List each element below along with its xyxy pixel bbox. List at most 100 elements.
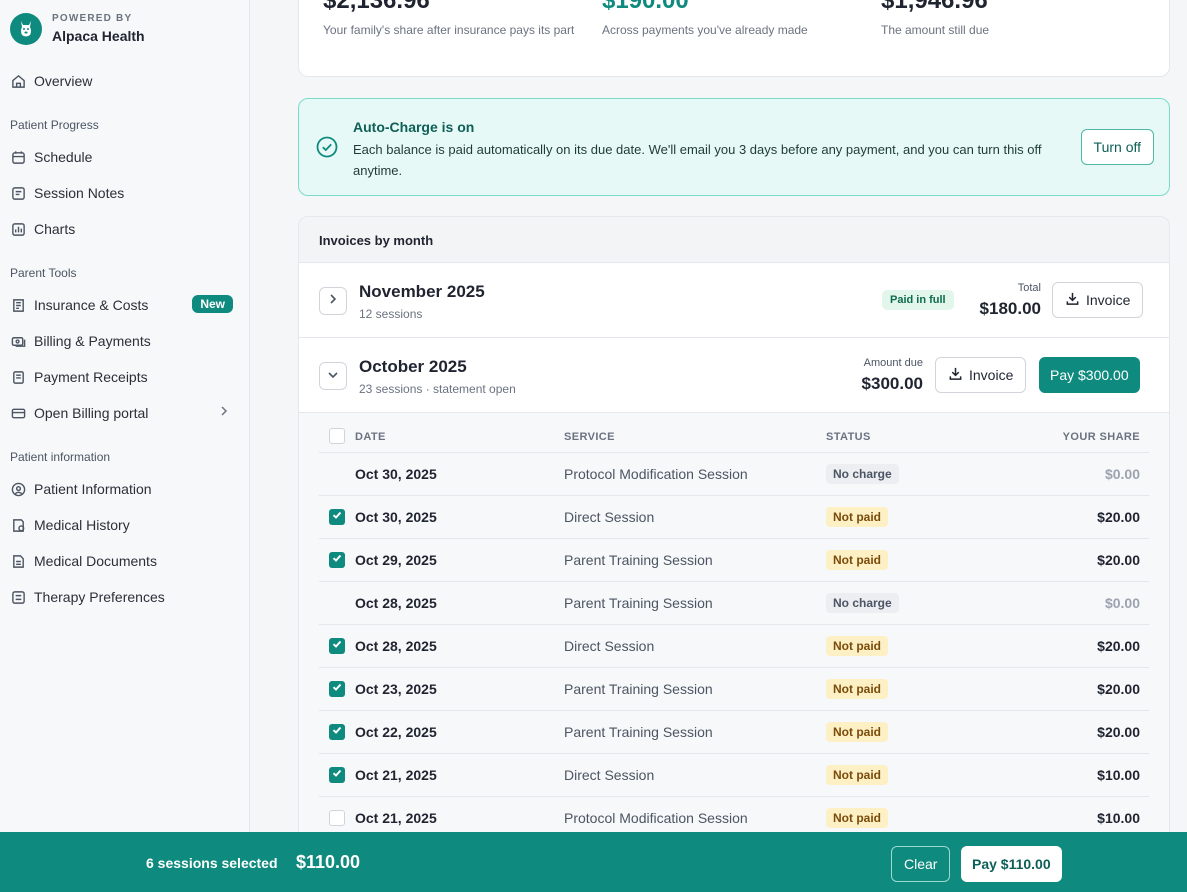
sidebar-item-schedule[interactable]: Schedule [0, 142, 249, 172]
remaining-caption: The amount still due [881, 23, 990, 37]
download-invoice-button[interactable]: Invoice [1052, 282, 1144, 318]
session-share: $20.00 [1097, 724, 1140, 740]
session-service: Protocol Modification Session [564, 810, 748, 826]
paid-in-full-badge: Paid in full [882, 290, 954, 310]
chevron-right-icon [328, 292, 338, 310]
table-row[interactable]: Oct 30, 2025 Direct Session Not paid $20… [319, 495, 1149, 538]
sidebar-item-label: Therapy Preferences [34, 589, 165, 605]
chart-icon [10, 221, 26, 237]
selection-bar: 6 sessions selected $110.00 Clear Pay $1… [0, 832, 1187, 892]
brand[interactable]: POWERED BY Alpaca Health [10, 13, 145, 45]
sidebar-item-label: Schedule [34, 149, 93, 165]
expand-button[interactable] [319, 287, 347, 315]
session-checkbox[interactable] [329, 767, 345, 783]
column-header-status: STATUS [826, 431, 871, 443]
sidebar-item-medical-documents[interactable]: Medical Documents [0, 546, 249, 576]
home-icon [10, 73, 26, 89]
sidebar: POWERED BY Alpaca Health Overview Patien… [0, 0, 250, 892]
selected-total: $110.00 [296, 852, 361, 872]
sidebar-item-label: Payment Receipts [34, 369, 148, 385]
brand-name: Alpaca Health [52, 28, 145, 44]
selected-count: 6 sessions selected [146, 855, 278, 871]
session-checkbox[interactable] [329, 552, 345, 568]
check-icon [331, 637, 343, 655]
turn-off-button[interactable]: Turn off [1080, 129, 1154, 165]
check-icon [331, 680, 343, 698]
session-checkbox[interactable] [329, 638, 345, 654]
table-row[interactable]: Oct 30, 2025 Protocol Modification Sessi… [319, 452, 1149, 495]
session-service: Protocol Modification Session [564, 466, 748, 482]
session-share: $20.00 [1097, 638, 1140, 654]
table-row[interactable]: Oct 21, 2025 Direct Session Not paid $10… [319, 753, 1149, 796]
table-row[interactable]: Oct 22, 2025 Parent Training Session Not… [319, 710, 1149, 753]
status-badge: Not paid [826, 722, 888, 742]
clear-selection-button[interactable]: Clear [891, 846, 951, 882]
sidebar-item-open-billing-portal[interactable]: Open Billing portal [0, 398, 249, 428]
sidebar-item-label: Insurance & Costs [34, 297, 149, 313]
section-patient-information: Patient information [10, 450, 111, 464]
remaining-value: $1,946.96 [881, 0, 988, 14]
sidebar-item-overview[interactable]: Overview [0, 66, 249, 96]
month-title: November 2025 [359, 282, 485, 301]
session-share: $20.00 [1097, 681, 1140, 697]
session-share: $10.00 [1097, 810, 1140, 826]
select-all-checkbox[interactable] [329, 428, 345, 444]
month-row-october[interactable]: October 2025 23 sessions · statement ope… [299, 338, 1169, 413]
check-circle-icon [316, 136, 338, 163]
amount-due-value: $300.00 [861, 374, 923, 393]
status-badge: Not paid [826, 679, 888, 699]
section-patient-progress: Patient Progress [10, 118, 99, 132]
preferences-icon [10, 589, 26, 605]
table-row[interactable]: Oct 28, 2025 Parent Training Session No … [319, 581, 1149, 624]
total-label: Total [1017, 282, 1041, 294]
status-badge: Not paid [826, 765, 888, 785]
pay-month-button[interactable]: Pay $300.00 [1039, 357, 1140, 393]
pay-selected-button[interactable]: Pay $110.00 [961, 846, 1062, 882]
table-row[interactable]: Oct 23, 2025 Parent Training Session Not… [319, 667, 1149, 710]
balance-summary-card: $2,136.96 Your family's share after insu… [298, 0, 1170, 77]
check-icon [331, 551, 343, 569]
sidebar-item-medical-history[interactable]: Medical History [0, 510, 249, 540]
collapse-button[interactable] [319, 362, 347, 390]
session-checkbox[interactable] [329, 810, 345, 826]
session-checkbox[interactable] [329, 724, 345, 740]
column-header-date: DATE [355, 431, 386, 443]
sidebar-item-insurance-costs[interactable]: Insurance & Costs New [0, 290, 249, 320]
sidebar-item-label: Session Notes [34, 185, 125, 201]
chevron-down-icon [327, 367, 339, 385]
check-icon [331, 508, 343, 526]
chevron-right-icon [219, 405, 229, 420]
session-date: Oct 21, 2025 [355, 767, 437, 783]
check-icon [331, 766, 343, 784]
session-service: Direct Session [564, 767, 655, 783]
session-service: Parent Training Session [564, 552, 713, 568]
table-row[interactable]: Oct 28, 2025 Direct Session Not paid $20… [319, 624, 1149, 667]
table-row[interactable]: Oct 29, 2025 Parent Training Session Not… [319, 538, 1149, 581]
sidebar-item-charts[interactable]: Charts [0, 214, 249, 244]
month-row-november[interactable]: November 2025 12 sessions Paid in full T… [299, 263, 1169, 338]
sidebar-item-billing-payments[interactable]: Billing & Payments [0, 326, 249, 356]
sidebar-item-session-notes[interactable]: Session Notes [0, 178, 249, 208]
month-title: October 2025 [359, 357, 467, 376]
session-share: $0.00 [1104, 595, 1140, 611]
powered-by-label: POWERED BY [52, 13, 133, 24]
session-share: $20.00 [1097, 509, 1140, 525]
total-value: $180.00 [979, 299, 1041, 318]
calendar-icon [10, 149, 26, 165]
payment-icon [10, 333, 26, 349]
session-date: Oct 23, 2025 [355, 681, 437, 697]
download-invoice-button[interactable]: Invoice [935, 357, 1027, 393]
sidebar-item-therapy-preferences[interactable]: Therapy Preferences [0, 582, 249, 612]
status-badge: Not paid [826, 636, 888, 656]
sidebar-item-label: Medical Documents [34, 553, 157, 569]
sidebar-item-payment-receipts[interactable]: Payment Receipts [0, 362, 249, 392]
sidebar-item-patient-information[interactable]: Patient Information [0, 474, 249, 504]
session-date: Oct 29, 2025 [355, 552, 437, 568]
status-badge: Not paid [826, 507, 888, 527]
sidebar-item-label: Open Billing portal [34, 405, 149, 421]
session-share: $10.00 [1097, 767, 1140, 783]
session-checkbox[interactable] [329, 681, 345, 697]
invoices-panel: Invoices by month November 2025 12 sessi… [298, 216, 1170, 856]
session-checkbox[interactable] [329, 509, 345, 525]
receipt-icon [10, 297, 26, 313]
